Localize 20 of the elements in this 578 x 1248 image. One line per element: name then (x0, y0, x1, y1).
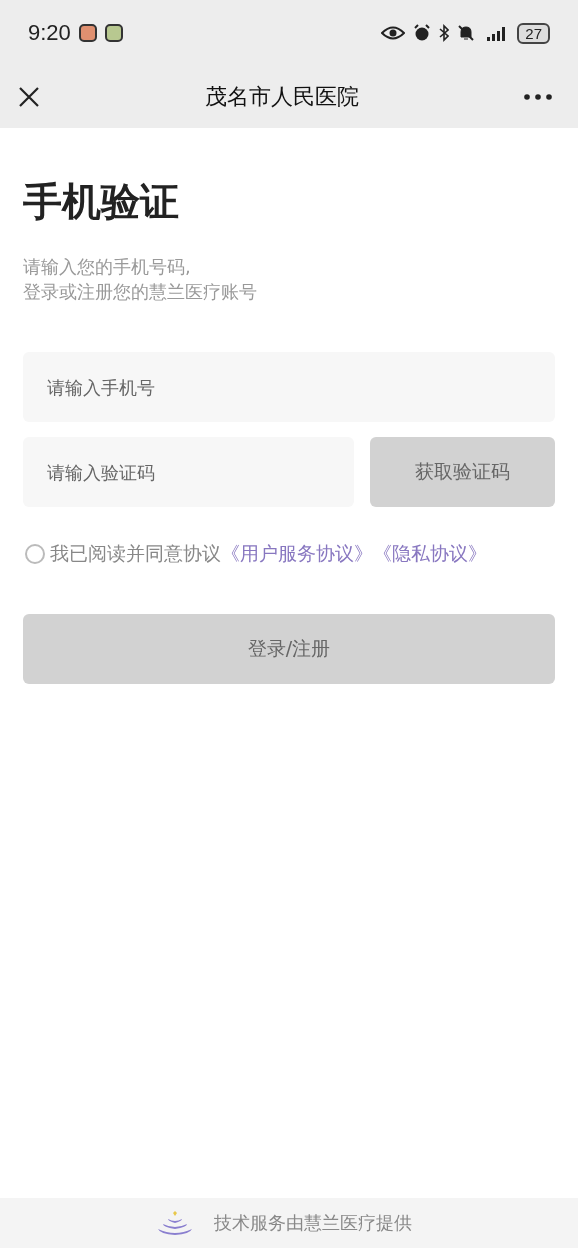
page-title: 茂名市人民医院 (205, 83, 359, 111)
close-icon[interactable] (18, 86, 40, 108)
logo-icon (156, 1210, 194, 1236)
battery-indicator: 27 (517, 22, 550, 44)
subtitle-line: 请输入您的手机号码, (23, 255, 192, 279)
more-icon[interactable] (524, 94, 552, 100)
alarm-icon (413, 24, 432, 42)
agreement-link[interactable]: 《用户服务协议》 (221, 541, 373, 566)
subtitle-line: 登录或注册您的慧兰医疗账号 (23, 280, 258, 304)
agreement-checkbox[interactable] (25, 543, 45, 564)
bell-off-icon (457, 24, 476, 42)
footer-text: 技术服务由慧兰医疗提供 (214, 1211, 412, 1235)
bluetooth-icon (439, 24, 450, 42)
heading: 手机验证 (23, 178, 180, 226)
agreement-link[interactable]: 《隐私协议》 (373, 541, 487, 566)
phone-input-field[interactable]: 请输入手机号 (23, 352, 555, 422)
agreement-text: 我已阅读并同意协议 (50, 542, 221, 566)
eye-icon (381, 26, 406, 40)
status-time: 9:20 (28, 20, 71, 46)
code-input-field[interactable]: 请输入验证码 (23, 437, 354, 507)
